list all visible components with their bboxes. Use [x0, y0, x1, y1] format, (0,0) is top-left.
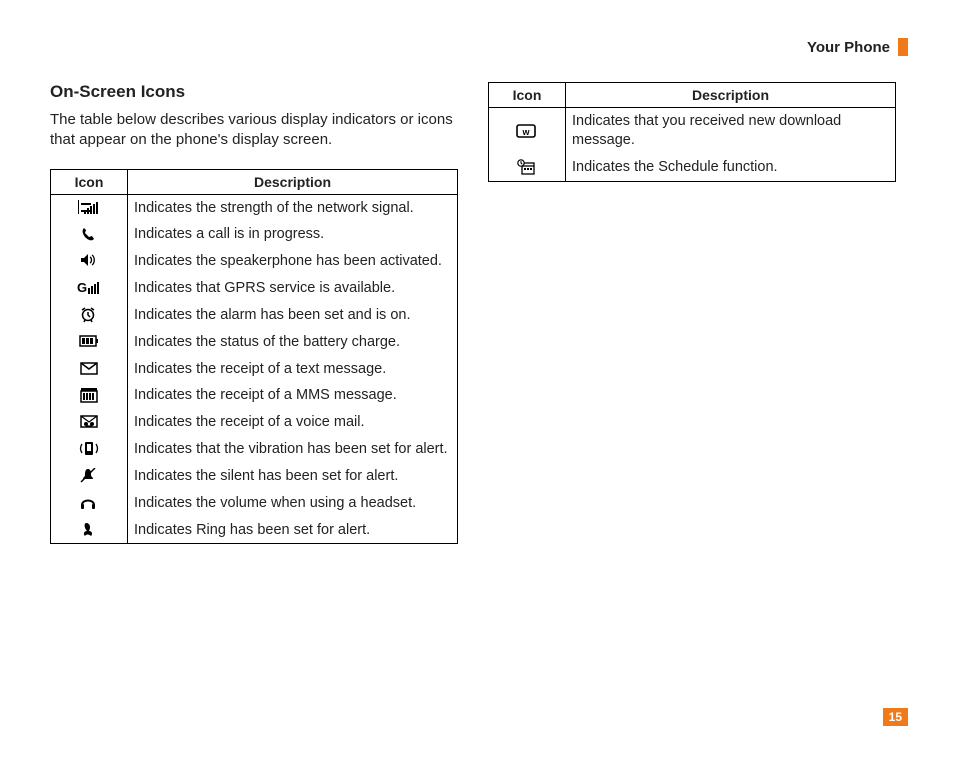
icon-description: Indicates the receipt of a voice mail. — [128, 409, 458, 436]
icon-description: Indicates Ring has been set for alert. — [128, 517, 458, 544]
icon-description: Indicates the silent has been set for al… — [128, 463, 458, 490]
vibration-icon — [51, 436, 128, 463]
table-row: Indicates the alarm has been set and is … — [51, 302, 458, 329]
content-columns: On-Screen Icons The table below describe… — [50, 82, 908, 544]
table-row: Indicates Ring has been set for alert. — [51, 517, 458, 544]
table-row: Indicates that the vibration has been se… — [51, 436, 458, 463]
section-intro: The table below describes various displa… — [50, 110, 458, 151]
page-header-title: Your Phone — [807, 39, 890, 56]
icon-description: Indicates the speakerphone has been acti… — [128, 248, 458, 275]
signal-strength-icon — [51, 194, 128, 221]
icon-description: Indicates that you received new download… — [566, 108, 896, 154]
schedule-icon — [489, 154, 566, 181]
text-message-icon — [51, 356, 128, 383]
icon-description: Indicates the volume when using a headse… — [128, 490, 458, 517]
table-row: Indicates the receipt of a MMS message. — [51, 382, 458, 409]
icon-description: Indicates the receipt of a MMS message. — [128, 382, 458, 409]
icon-description: Indicates that the vibration has been se… — [128, 436, 458, 463]
manual-page: Your Phone On-Screen Icons The table bel… — [0, 0, 954, 764]
table-row: Indicates that you received new download… — [489, 108, 896, 154]
icon-description: Indicates the strength of the network si… — [128, 194, 458, 221]
icon-description: Indicates a call is in progress. — [128, 221, 458, 248]
icon-description: Indicates the alarm has been set and is … — [128, 302, 458, 329]
icons-table-right: Icon Description Indicates that you rece… — [488, 82, 896, 182]
section-title: On-Screen Icons — [50, 82, 458, 102]
icon-description: Indicates that GPRS service is available… — [128, 275, 458, 302]
table-header-icon: Icon — [51, 169, 128, 194]
alarm-icon — [51, 302, 128, 329]
call-icon — [51, 221, 128, 248]
table-row: Indicates the Schedule function. — [489, 154, 896, 181]
mms-message-icon — [51, 382, 128, 409]
icon-description: Indicates the receipt of a text message. — [128, 356, 458, 383]
icons-table-left: Icon Description Indicates the strength … — [50, 169, 458, 545]
table-row: Indicates the strength of the network si… — [51, 194, 458, 221]
table-row: Indicates that GPRS service is available… — [51, 275, 458, 302]
table-header-description: Description — [566, 83, 896, 108]
table-row: Indicates the silent has been set for al… — [51, 463, 458, 490]
table-row: Indicates the receipt of a text message. — [51, 356, 458, 383]
right-column: Icon Description Indicates that you rece… — [488, 82, 896, 182]
gprs-icon — [51, 275, 128, 302]
page-header-swatch — [898, 38, 908, 56]
silent-icon — [51, 463, 128, 490]
ring-icon — [51, 517, 128, 544]
page-header: Your Phone — [50, 38, 908, 56]
download-message-icon — [489, 108, 566, 154]
headset-icon — [51, 490, 128, 517]
table-header-description: Description — [128, 169, 458, 194]
page-number: 15 — [883, 708, 908, 726]
table-row: Indicates the speakerphone has been acti… — [51, 248, 458, 275]
speakerphone-icon — [51, 248, 128, 275]
table-header-icon: Icon — [489, 83, 566, 108]
table-row: Indicates the receipt of a voice mail. — [51, 409, 458, 436]
table-row: Indicates the volume when using a headse… — [51, 490, 458, 517]
icon-description: Indicates the Schedule function. — [566, 154, 896, 181]
table-row: Indicates the status of the battery char… — [51, 329, 458, 356]
icon-description: Indicates the status of the battery char… — [128, 329, 458, 356]
voice-mail-icon — [51, 409, 128, 436]
battery-icon — [51, 329, 128, 356]
left-column: On-Screen Icons The table below describe… — [50, 82, 458, 544]
table-row: Indicates a call is in progress. — [51, 221, 458, 248]
